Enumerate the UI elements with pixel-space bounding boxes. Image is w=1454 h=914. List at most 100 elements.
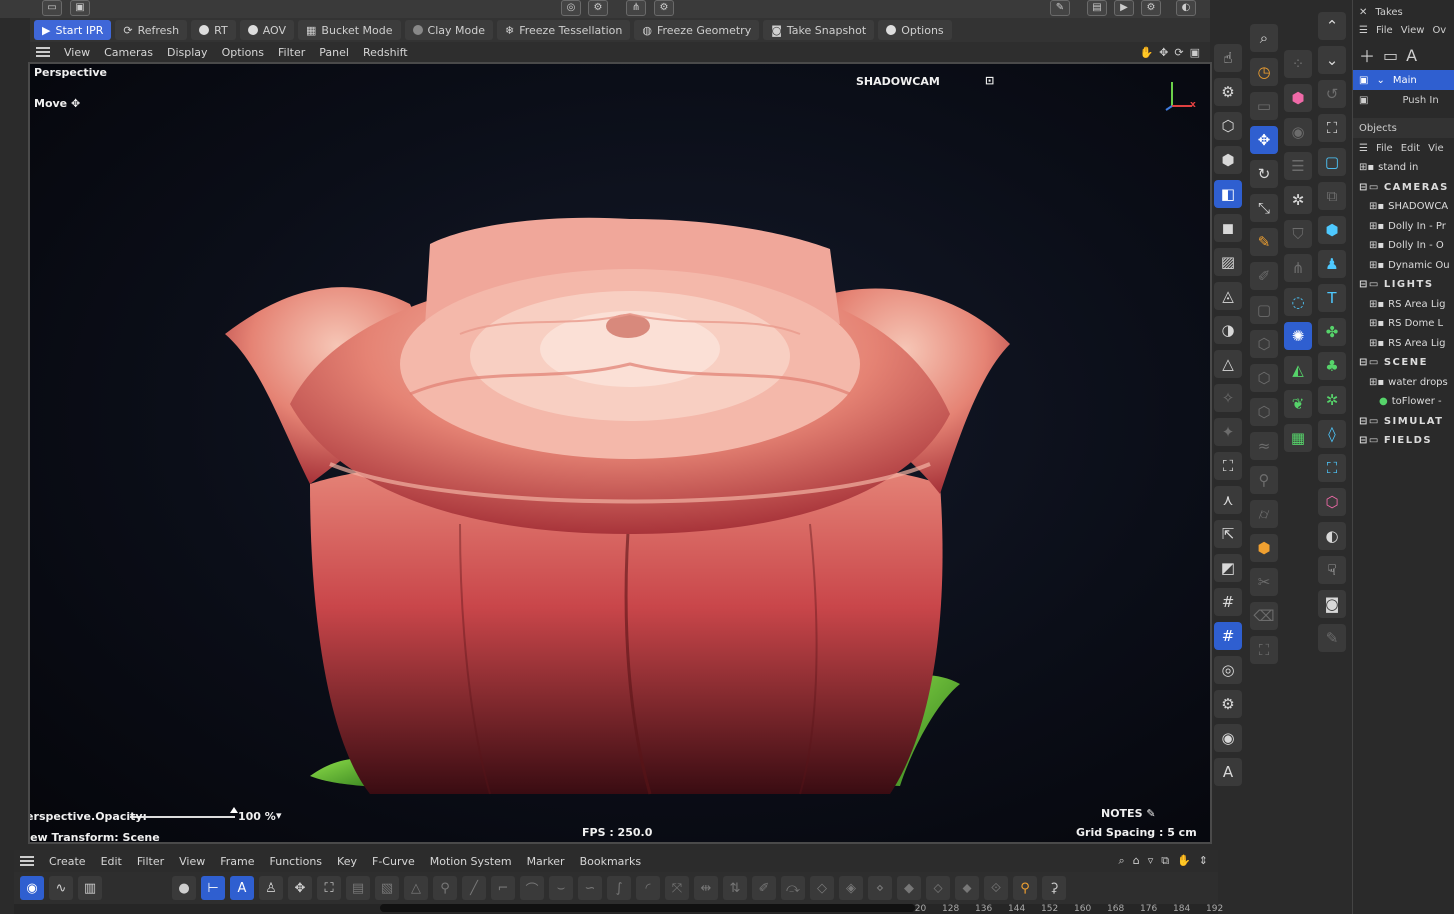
motion-mode-icon[interactable]: ▥: [78, 876, 102, 900]
dope-sheet-icon[interactable]: ◉: [20, 876, 44, 900]
key-f-icon[interactable]: ⬥: [955, 876, 979, 900]
cube-copy-icon[interactable]: ⧉: [1318, 182, 1346, 210]
polygon-object-icon[interactable]: ⬡: [1214, 112, 1242, 140]
object-row[interactable]: ● toFlower -: [1353, 392, 1454, 412]
marker-icon[interactable]: ⚲: [1013, 876, 1037, 900]
camera-frame-icon[interactable]: ⛶: [1214, 452, 1242, 480]
timeline-menu-filter[interactable]: Filter: [137, 855, 164, 868]
cube-pink-icon[interactable]: ⬡: [1318, 488, 1346, 516]
object-row[interactable]: ⊞▪ stand in: [1353, 158, 1454, 178]
key-a-icon[interactable]: ◇: [810, 876, 834, 900]
light-icon[interactable]: ☟: [1318, 556, 1346, 584]
edit-icon[interactable]: ✎: [1318, 624, 1346, 652]
spiral-icon[interactable]: ◌: [1284, 288, 1312, 316]
tangent-b-icon[interactable]: ⇅: [723, 876, 747, 900]
environment-icon[interactable]: ◐: [1318, 522, 1346, 550]
close-icon[interactable]: ✕: [1359, 7, 1367, 18]
marker-add-icon[interactable]: ⚳: [1042, 876, 1066, 900]
linear-icon[interactable]: ╱: [462, 876, 486, 900]
camera-view-icon[interactable]: ⛶: [1318, 454, 1346, 482]
sparkle-icon[interactable]: ✧: [1214, 384, 1242, 412]
auto-key-icon[interactable]: A: [230, 876, 254, 900]
opacity-slider-thumb[interactable]: [230, 807, 238, 813]
options-button[interactable]: Options: [878, 20, 952, 40]
snap-icon[interactable]: ⋔: [626, 0, 646, 16]
objects-menu-file[interactable]: File: [1376, 143, 1393, 154]
eraser-icon[interactable]: ⌫: [1250, 602, 1278, 630]
timeline-menu-motion-system[interactable]: Motion System: [430, 855, 512, 868]
freeze-tessellation-button[interactable]: ❄ Freeze Tessellation: [496, 20, 631, 40]
scale-tool-icon[interactable]: ⤡: [1250, 194, 1278, 222]
render-settings-icon[interactable]: ⚙: [588, 0, 608, 16]
grid-hash-icon[interactable]: #: [1214, 588, 1242, 616]
model-mode-icon[interactable]: ◧: [1214, 180, 1242, 208]
snap-settings-icon[interactable]: ⚙: [654, 0, 674, 16]
figure-icon[interactable]: ⚲: [1250, 466, 1278, 494]
joint-icon[interactable]: ⋏: [1214, 486, 1242, 514]
timeline-menu-frame[interactable]: Frame: [220, 855, 254, 868]
notes-label[interactable]: NOTES ✎: [1101, 807, 1156, 820]
target-icon[interactable]: ◎: [1214, 656, 1242, 684]
live-select-icon[interactable]: ✎: [1250, 228, 1278, 256]
spline-icon[interactable]: ◊: [1318, 420, 1346, 448]
wave-icon[interactable]: ≈: [1250, 432, 1278, 460]
maximize-icon[interactable]: ▣: [1190, 46, 1200, 59]
frame-d-icon[interactable]: ⚲: [433, 876, 457, 900]
timeline-menu-create[interactable]: Create: [49, 855, 86, 868]
frame-b-icon[interactable]: ▧: [375, 876, 399, 900]
menu-display[interactable]: Display: [167, 46, 208, 59]
scatter-icon[interactable]: ⁘: [1284, 50, 1312, 78]
cylinder-icon[interactable]: ⌭: [1250, 500, 1278, 528]
frame-icon[interactable]: ▭: [1250, 92, 1278, 120]
take-snapshot-button[interactable]: ◙ Take Snapshot: [763, 20, 875, 40]
grid-snap-icon[interactable]: #: [1214, 622, 1242, 650]
object-row[interactable]: ⊞▪ water drops: [1353, 373, 1454, 393]
frame-a-icon[interactable]: ▤: [346, 876, 370, 900]
material-icon[interactable]: ⬢: [1250, 534, 1278, 562]
timeline-menu-bookmarks[interactable]: Bookmarks: [580, 855, 641, 868]
pen-icon[interactable]: ✎: [1050, 0, 1070, 16]
sparkle-alt-icon[interactable]: ✦: [1214, 418, 1242, 446]
ease-icon[interactable]: ∽: [578, 876, 602, 900]
cube-3d-icon[interactable]: ⬢: [1318, 216, 1346, 244]
break-tangent-icon[interactable]: ⤧: [665, 876, 689, 900]
view-eye-icon[interactable]: ◉: [1284, 118, 1312, 146]
timeline-home-icon[interactable]: ⌂: [1133, 854, 1140, 868]
texture-mode-icon[interactable]: ▨: [1214, 248, 1242, 276]
ease-out-icon[interactable]: ⌣: [549, 876, 573, 900]
camera-add-icon[interactable]: ⛶: [1318, 114, 1346, 142]
gear-icon[interactable]: ⚙: [1214, 78, 1242, 106]
character-icon[interactable]: ♟: [1318, 250, 1346, 278]
object-row[interactable]: ⊞▪ Dynamic Ou: [1353, 256, 1454, 276]
menu-panel[interactable]: Panel: [319, 46, 349, 59]
timeline-hamburger-icon[interactable]: [20, 856, 34, 866]
object-row[interactable]: ⊞▪ Dolly In - O: [1353, 236, 1454, 256]
layout-icon[interactable]: ▣: [70, 0, 90, 16]
clay-mode-toggle[interactable]: Clay Mode: [404, 20, 493, 40]
object-row[interactable]: ⊟▭ LIGHTS: [1353, 275, 1454, 295]
hamburger-icon[interactable]: [36, 47, 50, 57]
move-tool-icon[interactable]: ✥: [1250, 126, 1278, 154]
rs-grid-icon[interactable]: ▦: [1284, 424, 1312, 452]
frame-c-icon[interactable]: △: [404, 876, 428, 900]
focus-frame-icon[interactable]: ⛶: [1250, 636, 1278, 664]
rotate-tool-icon[interactable]: ↻: [1250, 160, 1278, 188]
bulb-icon[interactable]: ◐: [1176, 0, 1196, 16]
layer-icon[interactable]: ◩: [1214, 554, 1242, 582]
pointer-icon[interactable]: ☝: [1214, 44, 1242, 72]
timeline-popout-icon[interactable]: ⧉: [1161, 854, 1169, 868]
rs-triangle-icon[interactable]: ◭: [1284, 356, 1312, 384]
layers-icon[interactable]: ☰: [1284, 152, 1312, 180]
cube-outline-icon[interactable]: ⬢: [1214, 146, 1242, 174]
hierarchy-icon[interactable]: ⋔: [1284, 254, 1312, 282]
camera-lock-icon[interactable]: ⊡: [985, 74, 994, 87]
timeline-menu-view[interactable]: View: [179, 855, 205, 868]
chevron-up-icon[interactable]: ⌃: [1318, 12, 1346, 40]
tangent-c-icon[interactable]: ✐: [752, 876, 776, 900]
bucket-mode-button[interactable]: ▦ Bucket Mode: [298, 20, 401, 40]
timeline-menu-fcurve[interactable]: F-Curve: [372, 855, 415, 868]
snapshot-icon[interactable]: ◙: [1318, 590, 1346, 618]
rs-light-icon[interactable]: ✺: [1284, 322, 1312, 350]
clapper-play-icon[interactable]: ▶: [1114, 0, 1134, 16]
freeze-geometry-button[interactable]: ◍ Freeze Geometry: [634, 20, 760, 40]
